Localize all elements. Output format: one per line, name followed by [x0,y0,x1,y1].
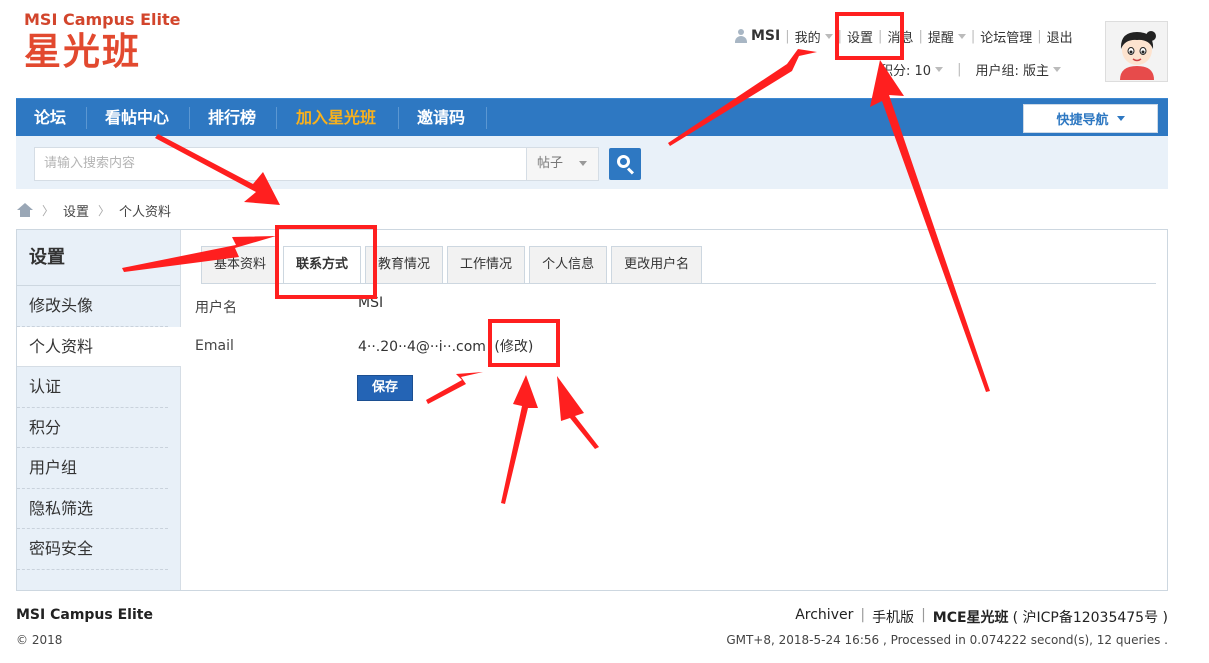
messages-link[interactable]: 消息 [887,27,913,46]
user-toolbar: MSI | 我的 | 设置 | 消息 | 提醒 | 论坛管理 | 退出 [735,26,1073,46]
save-button[interactable]: 保存 [357,375,413,401]
sidebar-item-avatar[interactable]: 修改头像 [17,286,168,327]
forum-admin-link[interactable]: 论坛管理 [980,27,1032,46]
my-menu-link[interactable]: 我的 [795,27,821,46]
breadcrumb-settings[interactable]: 设置 [63,201,89,220]
chevron-down-icon[interactable] [1052,66,1061,72]
home-icon[interactable] [17,203,33,217]
footer-links: Archiver | 手机版 | MCE星光班 ( 沪ICP备12035475号… [795,607,1168,627]
settings-panel: 设置 修改头像 个人资料 认证 积分 用户组 隐私筛选 密码安全 基本资料 联系… [16,229,1168,591]
nav-item-forum[interactable]: 论坛 [34,99,66,137]
email-row: 4··.20··4@··i··.com (修改) [358,336,533,356]
search-type-label: 帖子 [537,156,564,171]
tab-contact[interactable]: 联系方式 [283,246,362,284]
divider: | [970,28,976,44]
username-link[interactable]: MSI [751,28,780,44]
logo-english-text: MSI Campus Elite [24,10,181,29]
points-link[interactable]: 积分: 10 [880,60,931,79]
footer-site-name[interactable]: MCE星光班 [933,607,1009,627]
tab-personal-info[interactable]: 个人信息 [529,246,608,284]
tab-basic-info[interactable]: 基本资料 [201,246,280,284]
breadcrumb-separator: 〉 [42,203,55,218]
settings-link[interactable]: 设置 [847,27,873,46]
divider [189,107,190,129]
main-nav: 论坛 看帖中心 排行榜 加入星光班 邀请码 快捷导航 [16,98,1168,136]
divider [398,107,399,129]
chevron-down-icon [579,161,588,166]
profile-tabs: 基本资料 联系方式 教育情况 工作情况 个人信息 更改用户名 [201,246,706,284]
sidebar-title: 设置 [17,230,180,286]
user-group-link[interactable]: 用户组: 版主 [975,60,1049,79]
email-value: 4··.20··4@··i··.com [358,339,486,355]
footer-mobile-link[interactable]: 手机版 [872,607,914,627]
search-button[interactable] [609,148,641,180]
breadcrumb-profile: 个人资料 [119,204,172,220]
chevron-down-icon [1116,116,1125,121]
user-stats: 积分: 10 | 用户组: 版主 [880,60,1061,79]
divider: | [860,607,866,623]
divider: | [957,61,962,77]
chevron-down-icon[interactable] [957,33,966,39]
quick-nav-label: 快捷导航 [1056,113,1109,128]
logo-chinese-text: 星光班 [24,30,141,73]
sidebar-item-verification[interactable]: 认证 [17,367,168,408]
email-label: Email [195,338,234,354]
chevron-down-icon[interactable] [935,66,944,72]
footer-icp[interactable]: ( 沪ICP备12035475号 ) [1013,607,1168,627]
username-label: 用户名 [195,300,237,316]
sidebar-item-password[interactable]: 密码安全 [17,529,168,570]
divider: | [878,28,883,44]
divider: | [921,607,926,623]
footer-brand: MSI Campus Elite [16,607,153,623]
divider: | [837,28,843,44]
breadcrumb-separator: 〉 [98,203,111,218]
footer-copyright: © 2018 [16,633,63,647]
sidebar-item-privacy[interactable]: 隐私筛选 [17,489,168,529]
sidebar-item-points[interactable]: 积分 [17,408,168,448]
footer-stats: GMT+8, 2018-5-24 16:56 , Processed in 0.… [726,633,1168,647]
search-icon-handle [626,167,635,175]
divider [276,107,277,129]
email-edit-link[interactable]: (修改) [494,339,533,355]
nav-item-post-center[interactable]: 看帖中心 [105,99,169,137]
tab-education[interactable]: 教育情况 [365,246,444,284]
chevron-down-icon[interactable] [824,33,833,39]
avatar-image [1106,22,1167,81]
divider: | [785,28,790,44]
search-type-select[interactable]: 帖子 [526,147,599,181]
tab-divider [201,283,1156,284]
reminders-link[interactable]: 提醒 [928,27,954,46]
avatar[interactable] [1105,21,1168,82]
user-icon [735,29,747,43]
username-value: MSI [358,295,384,311]
quick-nav-button[interactable]: 快捷导航 [1023,104,1158,133]
divider [86,107,87,129]
footer-archiver-link[interactable]: Archiver [795,607,853,627]
logout-link[interactable]: 退出 [1047,27,1073,46]
sidebar-item-profile[interactable]: 个人资料 [17,326,181,367]
tab-work[interactable]: 工作情况 [447,246,526,284]
divider: | [918,28,923,44]
site-logo[interactable]: MSI Campus Elite 星光班 [24,10,181,74]
search-bar: 请输入搜索内容 帖子 [16,136,1168,189]
tab-change-username[interactable]: 更改用户名 [611,246,703,284]
nav-item-invite-code[interactable]: 邀请码 [417,99,465,137]
breadcrumb: 〉 设置 〉 个人资料 [17,201,172,220]
search-icon [617,155,630,168]
divider [486,107,487,129]
settings-sidebar: 设置 修改头像 个人资料 认证 积分 用户组 隐私筛选 密码安全 [17,230,181,590]
nav-item-rankings[interactable]: 排行榜 [208,99,256,137]
sidebar-item-usergroup[interactable]: 用户组 [17,448,168,489]
nav-item-join[interactable]: 加入星光班 [296,99,376,137]
divider: | [1037,28,1042,44]
search-input[interactable]: 请输入搜索内容 [34,147,526,181]
